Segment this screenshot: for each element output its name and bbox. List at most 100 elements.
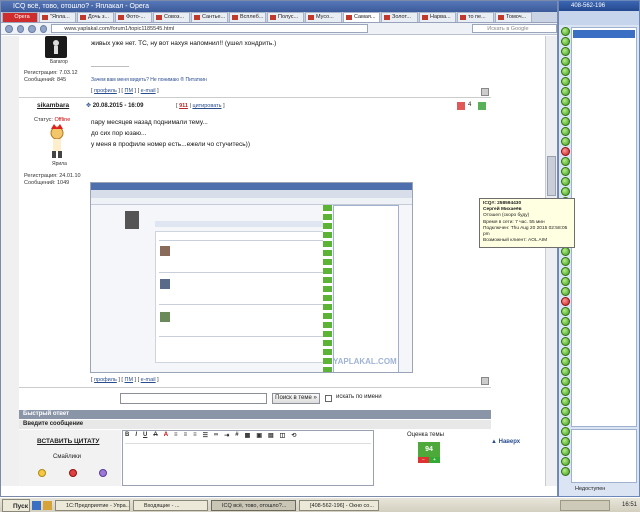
email-link[interactable]: e-mail xyxy=(141,377,156,383)
taskbar-button-1c[interactable]: 1С:Предприятие - Упра... xyxy=(55,500,130,511)
smiley-icon[interactable] xyxy=(99,469,107,477)
tab-12[interactable]: то пе... xyxy=(457,12,494,22)
forward-icon[interactable] xyxy=(16,24,25,33)
home-icon[interactable] xyxy=(39,24,48,33)
tab-8[interactable]: Мусо... xyxy=(305,12,342,22)
taskbar-button-mail[interactable]: Входящие - ... xyxy=(133,500,208,511)
underline-icon[interactable]: U xyxy=(143,432,147,439)
contact-status-icon[interactable] xyxy=(561,37,570,46)
contact-status-icon[interactable] xyxy=(561,127,570,136)
bold-icon[interactable]: B xyxy=(125,432,129,439)
contact-status-icon[interactable] xyxy=(561,187,570,196)
tab-7[interactable]: Полус... xyxy=(267,12,304,22)
contact-status-icon[interactable] xyxy=(561,337,570,346)
contact-status-icon[interactable] xyxy=(561,77,570,86)
contact-status-icon[interactable] xyxy=(561,117,570,126)
indent-icon[interactable]: ⇥ xyxy=(224,432,229,439)
profile-link[interactable]: профиль xyxy=(94,377,117,383)
contact-status-icon[interactable] xyxy=(561,137,570,146)
contact-status-icon[interactable] xyxy=(561,147,570,156)
align-left-icon[interactable]: ≡ xyxy=(174,432,178,439)
contact-status-icon[interactable] xyxy=(561,277,570,286)
tab-10[interactable]: Золот... xyxy=(381,12,418,22)
contact-status-icon[interactable] xyxy=(561,467,570,476)
icq-contact-list[interactable] xyxy=(571,27,637,427)
rating-plus-button[interactable]: + xyxy=(429,457,440,463)
contact-status-icon[interactable] xyxy=(561,257,570,266)
url-input[interactable]: www.yaplakal.com/forum1/topic1185545.htm… xyxy=(51,24,369,33)
contact-status-icon[interactable] xyxy=(561,307,570,316)
contact-status-icon[interactable] xyxy=(561,287,570,296)
italic-icon[interactable]: I xyxy=(135,432,137,439)
contact-status-icon[interactable] xyxy=(561,357,570,366)
contact-status-icon[interactable] xyxy=(561,447,570,456)
search-input[interactable]: Искать в Google xyxy=(472,24,558,33)
tab-6[interactable]: Всплеб... xyxy=(229,12,266,22)
tab-13[interactable]: Томоч... xyxy=(495,12,532,22)
smiley-icon[interactable] xyxy=(38,469,46,477)
link-icon[interactable]: ∞ xyxy=(214,432,218,439)
list-icon[interactable]: ☰ xyxy=(203,432,208,439)
contact-status-icon[interactable] xyxy=(561,167,570,176)
strike-icon[interactable]: A xyxy=(153,432,157,439)
contact-status-icon[interactable] xyxy=(561,407,570,416)
hash-icon[interactable]: # xyxy=(235,432,238,439)
back-icon[interactable] xyxy=(5,24,13,33)
quicklaunch-icon[interactable] xyxy=(43,501,52,510)
quote-link[interactable]: цитировать xyxy=(192,103,221,109)
color-icon[interactable]: A xyxy=(164,432,168,439)
table-icon[interactable]: ▦ xyxy=(245,432,251,439)
contact-status-icon[interactable] xyxy=(561,297,570,306)
contact-status-icon[interactable] xyxy=(561,247,570,256)
post-anchor-icon[interactable]: ✥ xyxy=(86,103,91,109)
start-button[interactable]: Пуск xyxy=(2,499,30,512)
contact-status-icon[interactable] xyxy=(561,437,570,446)
rating-down-icon[interactable] xyxy=(457,102,465,110)
tab-11[interactable]: Нарва... xyxy=(419,12,456,22)
post-number[interactable]: 911 xyxy=(179,103,188,109)
contact-status-icon[interactable] xyxy=(561,367,570,376)
align-center-icon[interactable]: ≡ xyxy=(184,432,188,439)
search-by-name-checkbox[interactable] xyxy=(325,395,332,402)
contact-status-icon[interactable] xyxy=(561,427,570,436)
page-scrollbar[interactable] xyxy=(545,36,557,486)
scroll-up-icon[interactable] xyxy=(481,88,489,96)
tab-9[interactable]: Самая... xyxy=(343,12,380,22)
video-icon[interactable]: ▤ xyxy=(268,432,274,439)
contact-status-icon[interactable] xyxy=(561,27,570,36)
tab-2[interactable]: Дочь з... xyxy=(77,12,114,22)
contact-status-icon[interactable] xyxy=(561,47,570,56)
taskbar-button-icq[interactable]: [408-562-196] - Окно со... xyxy=(299,500,379,511)
post-screenshot[interactable]: YAPLAKAL.COM xyxy=(90,182,413,373)
contact-status-icon[interactable] xyxy=(561,157,570,166)
contact-status-icon[interactable] xyxy=(561,387,570,396)
tab-3[interactable]: Фото-... xyxy=(115,12,152,22)
angry-smiley-icon[interactable] xyxy=(69,469,77,477)
pm-link[interactable]: ПМ xyxy=(124,88,133,94)
image-icon[interactable]: ▣ xyxy=(256,432,262,439)
topic-search-input[interactable] xyxy=(120,393,267,404)
topic-search-button[interactable]: Поиск в теме » xyxy=(272,393,320,404)
email-link[interactable]: e-mail xyxy=(141,88,156,94)
contact-status-icon[interactable] xyxy=(561,177,570,186)
tab-1[interactable]: "Япла... xyxy=(39,12,76,22)
pm-link[interactable]: ПМ xyxy=(124,377,133,383)
contact-status-icon[interactable] xyxy=(561,417,570,426)
rating-up-icon[interactable] xyxy=(478,102,486,110)
opera-menu-button[interactable]: Opera xyxy=(2,12,38,22)
insert-quote-link[interactable]: ВСТАВИТЬ ЦИТАТУ xyxy=(37,438,99,445)
username[interactable]: sikambara xyxy=(37,102,69,109)
rating-minus-button[interactable]: − xyxy=(418,457,429,463)
contact-status-icon[interactable] xyxy=(561,97,570,106)
quicklaunch-icon[interactable] xyxy=(32,501,41,510)
contact-status-icon[interactable] xyxy=(561,397,570,406)
undo-icon[interactable]: ⟲ xyxy=(291,432,296,439)
align-right-icon[interactable]: ≡ xyxy=(193,432,197,439)
selected-contact[interactable] xyxy=(573,30,635,38)
scroll-up-icon[interactable] xyxy=(481,377,489,385)
profile-link[interactable]: профиль xyxy=(94,88,117,94)
contact-status-icon[interactable] xyxy=(561,347,570,356)
reload-icon[interactable] xyxy=(28,24,36,33)
contact-status-icon[interactable] xyxy=(561,67,570,76)
contact-status-icon[interactable] xyxy=(561,87,570,96)
